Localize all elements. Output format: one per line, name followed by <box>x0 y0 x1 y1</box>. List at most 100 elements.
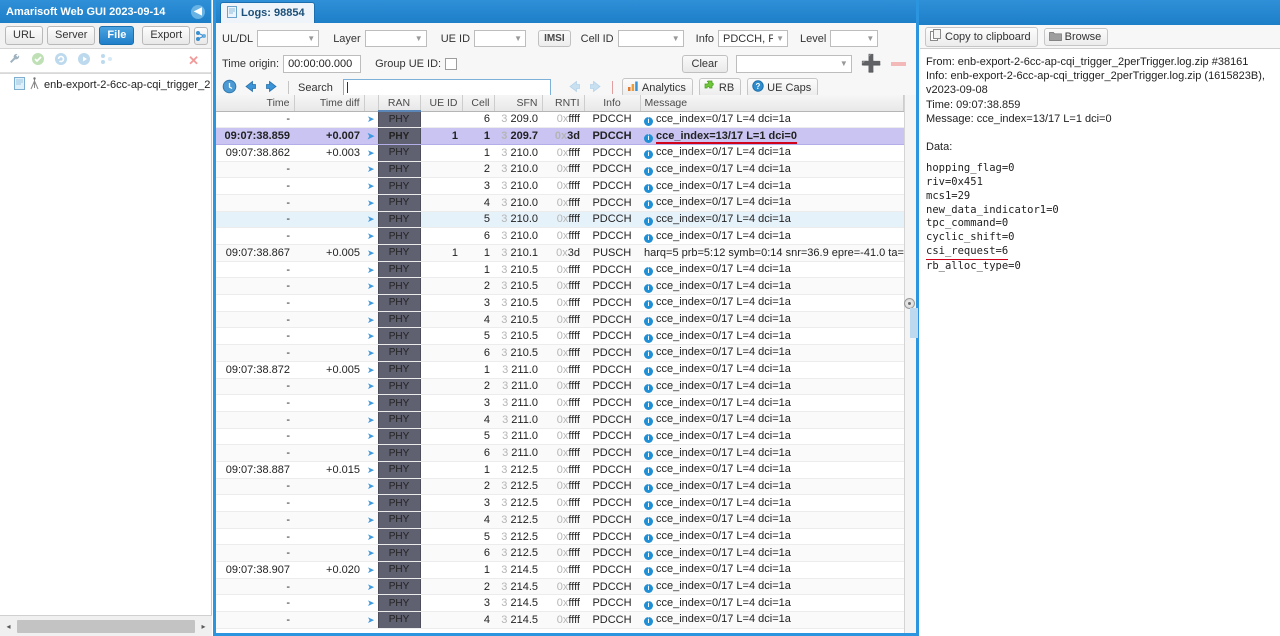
table-row[interactable]: - ➤ PHY 2 3 210.5 0xffff PDCCH i cce_index=0/17 … <box>216 277 904 296</box>
table-row[interactable]: - ➤ PHY 5 3 210.5 0xffff PDCCH i cce_index=0/17 … <box>216 327 904 346</box>
arrow-left-icon[interactable] <box>243 79 258 97</box>
sidebar-tab-url[interactable]: URL <box>5 26 44 45</box>
direction-arrow-icon: ➤ <box>366 481 375 492</box>
scroll-thumb[interactable] <box>17 619 195 633</box>
column-header-arrow[interactable] <box>364 95 379 112</box>
sidebar-tab-server[interactable]: Server <box>47 26 96 45</box>
sidebar-horizontal-scrollbar[interactable]: ◂ ▸ <box>0 615 212 636</box>
close-x-icon[interactable]: ✕ <box>188 53 203 69</box>
layer-select[interactable]: ▼ <box>364 30 427 47</box>
column-header-rnti[interactable]: RNTI <box>542 95 585 112</box>
refresh-icon[interactable] <box>54 52 68 69</box>
table-row[interactable]: - ➤ PHY 3 3 212.5 0xffff PDCCH i cce_index=0/17 … <box>216 494 904 512</box>
log-table-container[interactable]: Time Time diff RAN UE ID Cell SFN RNTI I… <box>216 95 916 633</box>
table-row[interactable]: - ➤ PHY 3 3 211.0 0xffff PDCCH i cce_index=0/17 … <box>216 394 904 412</box>
wrench-icon[interactable] <box>8 52 22 69</box>
file-tree: enb-export-2-6cc-ap-cqi_trigger_2perTrig… <box>0 73 211 615</box>
search-input[interactable] <box>342 79 551 96</box>
table-row[interactable]: - ➤ PHY 6 3 212.5 0xffff PDCCH i cce_index=0/17 … <box>216 544 904 563</box>
uldl-select[interactable]: ▼ <box>257 30 320 47</box>
browse-button[interactable]: Browse <box>1043 27 1109 46</box>
table-row[interactable]: 09:07:38.867 +0.005 ➤ PHY 1 1 3 210.1 0x3d PUSCH… <box>216 244 904 262</box>
table-row[interactable]: - ➤ PHY 3 3 210.5 0xffff PDCCH i cce_index=0/17 … <box>216 294 904 312</box>
ueid-select[interactable]: ▼ <box>474 30 527 47</box>
plus-node-icon[interactable] <box>100 52 114 69</box>
table-row[interactable]: 09:07:38.887 +0.015 ➤ PHY 1 3 212.5 0xffff PDCC… <box>216 461 904 479</box>
table-row[interactable]: 09:07:38.862 +0.003 ➤ PHY 1 3 210.0 0xffff PDCC… <box>216 144 904 162</box>
panel-resize-grip[interactable] <box>910 308 918 338</box>
table-row[interactable]: - ➤ PHY 4 3 210.0 0xffff PDCCH i cce_index=0/17 … <box>216 194 904 212</box>
clock-icon[interactable] <box>222 79 237 97</box>
cell-ran: PHY <box>377 127 421 145</box>
cell-info: PDCCH <box>584 361 640 379</box>
check-circle-icon[interactable] <box>31 52 45 69</box>
cell-ran: PHY <box>377 411 421 429</box>
cell-ran: PHY <box>377 394 421 412</box>
group-ue-id-checkbox[interactable] <box>445 57 458 70</box>
table-row[interactable]: - ➤ PHY 4 3 211.0 0xffff PDCCH i cce_index=0/17 … <box>216 411 904 429</box>
table-row[interactable]: 09:07:38.859 +0.007 ➤ PHY 1 1 3 209.7 0x3d PDCCH… <box>216 127 904 145</box>
table-row[interactable]: - ➤ PHY 4 3 212.5 0xffff PDCCH i cce_index=0/17 … <box>216 511 904 529</box>
direction-arrow-icon: ➤ <box>366 181 375 192</box>
table-row[interactable]: - ➤ PHY 4 3 210.5 0xffff PDCCH i cce_index=0/17 … <box>216 311 904 329</box>
cell-rnti: 0xffff <box>542 344 584 362</box>
tab-logs[interactable]: Logs: 98854 <box>220 2 315 23</box>
table-row[interactable]: - ➤ PHY 6 3 210.5 0xffff PDCCH i cce_index=0/17 … <box>216 344 904 362</box>
plus-icon[interactable]: ➕ <box>861 55 882 72</box>
table-row[interactable]: - ➤ PHY 6 3 211.0 0xffff PDCCH i cce_index=0/17 … <box>216 444 904 462</box>
scroll-left-arrow-icon[interactable]: ◂ <box>1 619 16 634</box>
table-row[interactable]: - ➤ PHY 6 3 210.0 0xffff PDCCH i cce_index=0/17 … <box>216 227 904 245</box>
log-vertical-scrollbar[interactable] <box>904 95 916 633</box>
column-header-message[interactable]: Message <box>640 95 904 112</box>
cell-message: i cce_index=0/17 L=4 dci=1a <box>640 544 904 563</box>
arrow-left-disabled-icon[interactable] <box>567 79 582 97</box>
table-row[interactable]: - ➤ PHY 5 3 212.5 0xffff PDCCH i cce_index=0/17 … <box>216 528 904 546</box>
column-header-timediff[interactable]: Time diff <box>294 95 365 112</box>
time-origin-input[interactable]: 00:00:00.000 <box>283 54 362 73</box>
column-header-info[interactable]: Info <box>584 95 641 112</box>
level-label: Level <box>800 32 827 45</box>
clear-button[interactable]: Clear <box>681 54 728 73</box>
table-row[interactable]: - ➤ PHY 3 3 210.0 0xffff PDCCH i cce_index=0/17 … <box>216 177 904 195</box>
export-button[interactable]: Export <box>142 26 191 45</box>
table-row[interactable]: - ➤ PHY 2 3 210.0 0xffff PDCCH i cce_index=0/17 … <box>216 161 904 179</box>
play-circle-icon[interactable] <box>77 52 91 69</box>
table-row[interactable]: - ➤ PHY 2 3 212.5 0xffff PDCCH i cce_index=0/17 … <box>216 478 904 496</box>
info-icon: i <box>644 383 653 393</box>
table-row[interactable]: - ➤ PHY 5 3 211.0 0xffff PDCCH i cce_index=0/17 … <box>216 428 904 446</box>
column-header-cell[interactable]: Cell <box>462 95 495 112</box>
scroll-right-arrow-icon[interactable]: ▸ <box>196 619 211 634</box>
logs-panel: Logs: 98854 UL/DL ▼ Layer ▼ UE ID ▼ IMSI… <box>213 0 919 636</box>
column-header-sfn[interactable]: SFN <box>494 95 543 112</box>
copy-to-clipboard-button[interactable]: Copy to clipboard <box>925 26 1038 47</box>
table-row[interactable]: - ➤ PHY 3 3 214.5 0xffff PDCCH i cce_index=0/17 … <box>216 594 904 613</box>
table-row[interactable]: 09:07:38.872 +0.005 ➤ PHY 1 3 211.0 0xffff PDCC… <box>216 361 904 379</box>
table-row[interactable]: - ➤ PHY 1 3 210.5 0xffff PDCCH i cce_index=0/17 … <box>216 261 904 279</box>
cell-message: i cce_index=0/17 L=4 dci=1a <box>640 578 904 596</box>
arrow-right-icon[interactable] <box>264 79 279 97</box>
cellid-select[interactable]: ▼ <box>617 30 684 47</box>
preset-select[interactable]: ▼ <box>735 54 852 73</box>
detail-data-label: Data: <box>926 141 953 154</box>
sidebar-tab-file[interactable]: File <box>99 26 135 45</box>
info-select[interactable]: PDCCH, P ▼ <box>718 30 788 47</box>
table-row[interactable]: - ➤ PHY 6 3 209.0 0xffff PDCCH i cce_index=0/17 … <box>216 111 904 129</box>
column-header-ueid[interactable]: UE ID <box>420 95 463 112</box>
table-row[interactable]: - ➤ PHY 5 3 210.0 0xffff PDCCH i cce_index=0/17 … <box>216 211 904 229</box>
cell-message: i cce_index=0/17 L=4 dci=1a <box>640 528 904 546</box>
table-row[interactable]: - ➤ PHY 2 3 211.0 0xffff PDCCH i cce_index=0/17 … <box>216 378 904 396</box>
table-row[interactable]: - ➤ PHY 4 3 214.5 0xffff PDCCH i cce_index=0/17 … <box>216 611 904 629</box>
table-row[interactable]: - ➤ PHY 2 3 214.5 0xffff PDCCH i cce_index=0/17 … <box>216 578 904 596</box>
add-node-icon[interactable] <box>194 26 209 45</box>
column-header-ran[interactable]: RAN <box>378 95 421 112</box>
table-row[interactable]: 09:07:38.907 +0.020 ➤ PHY 1 3 214.5 0xffff PDCC… <box>216 561 904 579</box>
imsi-button[interactable]: IMSI <box>538 30 571 47</box>
cell-cell-id: 4 <box>462 311 494 329</box>
tree-item-log-file[interactable]: enb-export-2-6cc-ap-cqi_trigger_2perTrig… <box>0 74 211 96</box>
minus-icon[interactable] <box>891 61 906 66</box>
level-select[interactable]: ▼ <box>830 30 879 47</box>
arrow-right-disabled-icon[interactable] <box>588 79 603 97</box>
chevron-left-icon[interactable]: ◀ <box>191 4 205 19</box>
cell-time: - <box>216 277 294 296</box>
column-header-time[interactable]: Time <box>216 95 295 112</box>
